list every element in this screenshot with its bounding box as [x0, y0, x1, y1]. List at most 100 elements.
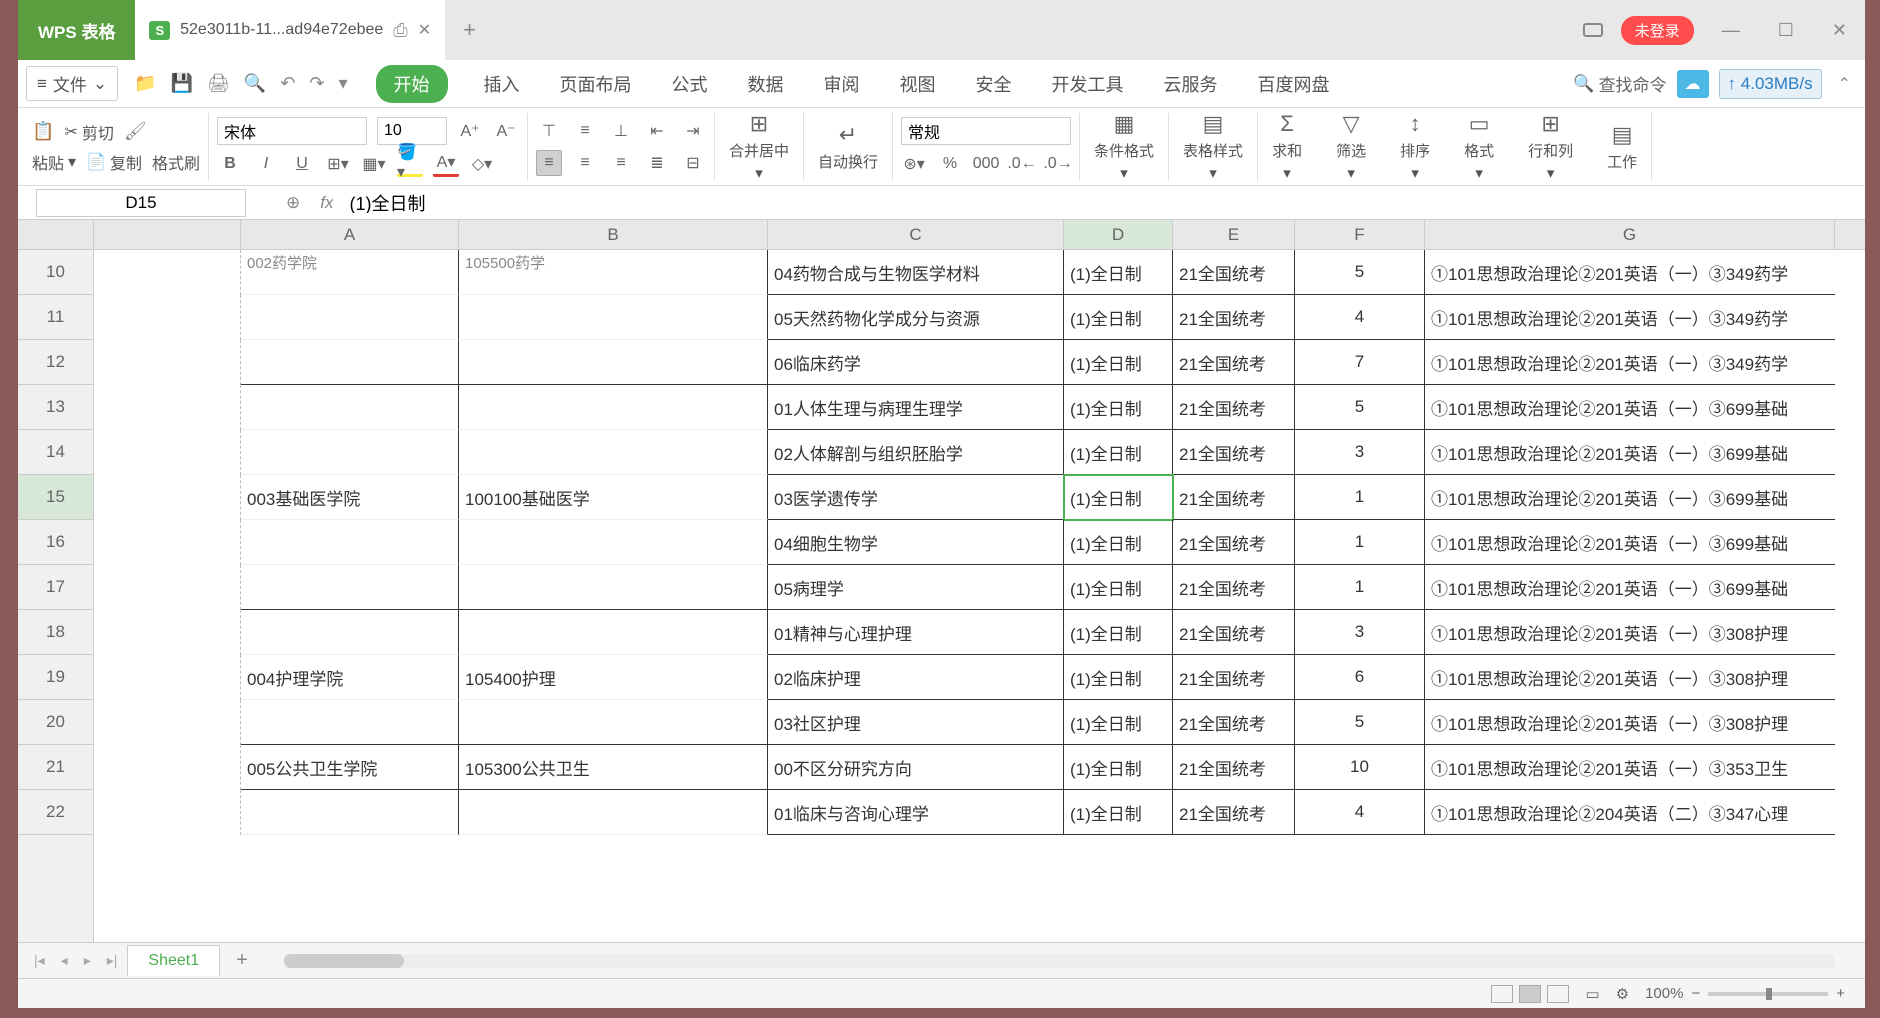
cell[interactable]: 105500药学: [459, 250, 768, 295]
rowcol-button[interactable]: ⊞行和列▾: [1522, 111, 1579, 182]
sheet-prev-icon[interactable]: ◂: [55, 952, 74, 969]
file-menu-button[interactable]: ≡ 文件 ⌄: [26, 66, 118, 101]
align-center-icon[interactable]: ≡: [572, 150, 598, 176]
tab-insert[interactable]: 插入: [480, 65, 524, 103]
row-header[interactable]: 13: [18, 385, 93, 430]
cell[interactable]: [459, 520, 768, 565]
cell[interactable]: ①101思想政治理论②201英语（一）③349药学: [1425, 340, 1835, 385]
worksheet-button[interactable]: ▤工作: [1601, 122, 1643, 172]
view-page-icon[interactable]: [1519, 985, 1541, 1003]
collapse-ribbon-icon[interactable]: ⌃: [1832, 74, 1857, 94]
qat-more-icon[interactable]: ▾: [336, 71, 349, 96]
decrease-decimal-icon[interactable]: .0→: [1045, 151, 1071, 177]
cell[interactable]: (1)全日制: [1064, 295, 1173, 340]
search-command[interactable]: 🔍 查找命令: [1573, 71, 1666, 96]
cell[interactable]: 21全国统考: [1173, 250, 1295, 295]
sort-button[interactable]: ↕排序▾: [1394, 111, 1436, 182]
indent-decrease-icon[interactable]: ⇤: [644, 118, 670, 144]
print-preview-icon[interactable]: 🔍: [242, 71, 268, 96]
row-header[interactable]: 14: [18, 430, 93, 475]
table-style-button[interactable]: ▤表格样式▾: [1177, 111, 1249, 182]
cell[interactable]: [241, 295, 459, 340]
spreadsheet-grid[interactable]: 10111213141516171819202122 ABCDEFG 002药学…: [18, 220, 1865, 942]
bold-button[interactable]: B: [217, 151, 243, 177]
zoom-slider[interactable]: [1708, 992, 1828, 996]
cell[interactable]: (1)全日制: [1064, 610, 1173, 655]
cell[interactable]: ①101思想政治理论②201英语（一）③349药学: [1425, 295, 1835, 340]
cell[interactable]: (1)全日制: [1064, 700, 1173, 745]
conditional-format-button[interactable]: ▦条件格式▾: [1088, 111, 1160, 182]
device-icon[interactable]: [1583, 23, 1603, 37]
format-button[interactable]: ▭格式▾: [1458, 111, 1500, 182]
cell[interactable]: (1)全日制: [1064, 655, 1173, 700]
cell[interactable]: 6: [1295, 655, 1425, 700]
tab-layout[interactable]: 页面布局: [556, 65, 636, 103]
cell[interactable]: [459, 340, 768, 385]
name-box[interactable]: [36, 189, 246, 217]
col-header-G[interactable]: G: [1425, 220, 1835, 249]
cell[interactable]: ①101思想政治理论②201英语（一）③308护理: [1425, 655, 1835, 700]
tab-data[interactable]: 数据: [744, 65, 788, 103]
paste-button[interactable]: 粘贴▾: [32, 150, 76, 174]
cell[interactable]: (1)全日制: [1064, 250, 1173, 295]
cell[interactable]: (1)全日制: [1064, 790, 1173, 835]
cell[interactable]: [241, 610, 459, 655]
cell[interactable]: 21全国统考: [1173, 745, 1295, 790]
row-header[interactable]: 22: [18, 790, 93, 835]
cell[interactable]: 4: [1295, 295, 1425, 340]
cell[interactable]: 1: [1295, 520, 1425, 565]
cell[interactable]: 003基础医学院: [241, 475, 459, 520]
cell[interactable]: ①101思想政治理论②201英语（一）③353卫生: [1425, 745, 1835, 790]
cell[interactable]: 06临床药学: [768, 340, 1064, 385]
col-header-E[interactable]: E: [1173, 220, 1295, 249]
cell[interactable]: ①101思想政治理论②201英语（一）③308护理: [1425, 700, 1835, 745]
close-tab-icon[interactable]: ✕: [418, 20, 431, 40]
align-right-icon[interactable]: ≡: [608, 150, 634, 176]
fill-color-button[interactable]: 🪣▾: [397, 151, 423, 177]
zoom-level[interactable]: 100%: [1645, 985, 1683, 1002]
cell[interactable]: 03社区护理: [768, 700, 1064, 745]
horizontal-scrollbar[interactable]: [284, 954, 1835, 968]
scrollbar-thumb[interactable]: [284, 954, 404, 968]
cell[interactable]: ①101思想政治理论②201英语（一）③699基础: [1425, 430, 1835, 475]
cell[interactable]: 21全国统考: [1173, 565, 1295, 610]
cell[interactable]: 005公共卫生学院: [241, 745, 459, 790]
cell[interactable]: 3: [1295, 430, 1425, 475]
cell[interactable]: 05病理学: [768, 565, 1064, 610]
cell[interactable]: ①101思想政治理论②204英语（二）③347心理: [1425, 790, 1835, 835]
login-status[interactable]: 未登录: [1621, 16, 1694, 45]
comma-icon[interactable]: 000: [973, 151, 999, 177]
row-header[interactable]: 17: [18, 565, 93, 610]
tab-devtools[interactable]: 开发工具: [1048, 65, 1128, 103]
row-header[interactable]: 19: [18, 655, 93, 700]
cell[interactable]: [241, 700, 459, 745]
col-header-F[interactable]: F: [1295, 220, 1425, 249]
cell[interactable]: [241, 520, 459, 565]
cell[interactable]: ①101思想政治理论②201英语（一）③699基础: [1425, 565, 1835, 610]
maximize-icon[interactable]: ☐: [1768, 16, 1804, 45]
brush-button[interactable]: 格式刷: [152, 150, 200, 174]
format-painter-icon[interactable]: 🖌: [124, 121, 147, 142]
cell[interactable]: 5: [1295, 250, 1425, 295]
shrink-font-icon[interactable]: A⁻: [493, 118, 519, 144]
cell[interactable]: 1: [1295, 565, 1425, 610]
close-window-icon[interactable]: ✕: [1822, 16, 1857, 45]
cell[interactable]: [241, 430, 459, 475]
add-sheet-button[interactable]: +: [224, 949, 260, 972]
cell[interactable]: 1: [1295, 475, 1425, 520]
settings-icon[interactable]: ⚙: [1616, 985, 1629, 1003]
cell[interactable]: 21全国统考: [1173, 610, 1295, 655]
tab-start[interactable]: 开始: [376, 65, 448, 103]
cell[interactable]: 21全国统考: [1173, 295, 1295, 340]
font-size-select[interactable]: [377, 117, 447, 145]
document-tab[interactable]: S 52e3011b-11...ad94e72ebee ⎙ ✕: [135, 0, 445, 60]
grow-font-icon[interactable]: A⁺: [457, 118, 483, 144]
align-bottom-icon[interactable]: ⊥: [608, 118, 634, 144]
cell[interactable]: (1)全日制: [1064, 475, 1173, 520]
col-header-B[interactable]: B: [459, 220, 768, 249]
clear-format-button[interactable]: ◇▾: [469, 151, 495, 177]
justify-icon[interactable]: ≣: [644, 150, 670, 176]
row-header[interactable]: 21: [18, 745, 93, 790]
minimize-icon[interactable]: —: [1712, 16, 1750, 45]
percent-icon[interactable]: %: [937, 151, 963, 177]
